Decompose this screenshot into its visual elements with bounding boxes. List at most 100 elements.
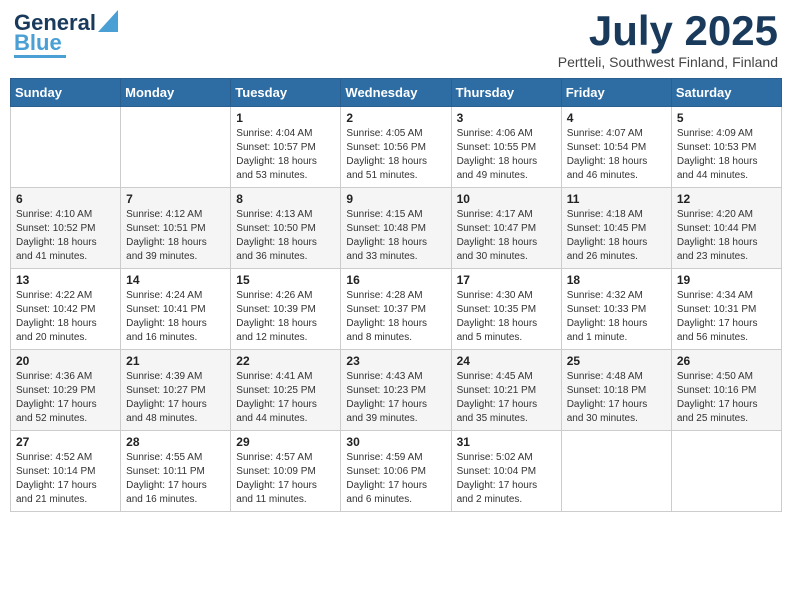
day-number: 19 xyxy=(677,273,776,287)
day-number: 11 xyxy=(567,192,666,206)
calendar-header-row: SundayMondayTuesdayWednesdayThursdayFrid… xyxy=(11,79,782,107)
calendar-week-4: 20 Sunrise: 4:36 AM Sunset: 10:29 PM Dayl… xyxy=(11,350,782,431)
day-info: Sunrise: 4:52 AM Sunset: 10:14 PM Daylig… xyxy=(16,451,115,507)
day-info: Sunrise: 4:41 AM Sunset: 10:25 PM Daylig… xyxy=(236,370,335,426)
day-info: Sunrise: 4:05 AM Sunset: 10:56 PM Daylig… xyxy=(346,127,445,183)
calendar-cell: 26 Sunrise: 4:50 AM Sunset: 10:16 PM Dayl… xyxy=(671,350,781,431)
day-number: 23 xyxy=(346,354,445,368)
month-title: July 2025 xyxy=(558,10,778,52)
page-header: General Blue July 2025 Pertteli, Southwe… xyxy=(10,10,782,70)
calendar-cell: 11 Sunrise: 4:18 AM Sunset: 10:45 PM Dayl… xyxy=(561,188,671,269)
calendar-cell: 8Sunrise: 4:13 AM Sunset: 10:50 PM Dayli… xyxy=(231,188,341,269)
calendar-cell xyxy=(561,431,671,512)
column-header-wednesday: Wednesday xyxy=(341,79,451,107)
calendar-cell: 9 Sunrise: 4:15 AM Sunset: 10:48 PM Dayli… xyxy=(341,188,451,269)
logo-line xyxy=(14,55,66,58)
day-info: Sunrise: 4:10 AM Sunset: 10:52 PM Daylig… xyxy=(16,208,115,264)
day-info: Sunrise: 4:04 AM Sunset: 10:57 PM Daylig… xyxy=(236,127,335,183)
day-number: 14 xyxy=(126,273,225,287)
calendar-cell: 30 Sunrise: 4:59 AM Sunset: 10:06 PM Dayl… xyxy=(341,431,451,512)
day-info: Sunrise: 4:43 AM Sunset: 10:23 PM Daylig… xyxy=(346,370,445,426)
day-info: Sunrise: 4:45 AM Sunset: 10:21 PM Daylig… xyxy=(457,370,556,426)
calendar-cell: 25Sunrise: 4:48 AM Sunset: 10:18 PM Dayl… xyxy=(561,350,671,431)
calendar-cell: 20 Sunrise: 4:36 AM Sunset: 10:29 PM Dayl… xyxy=(11,350,121,431)
day-number: 12 xyxy=(677,192,776,206)
day-number: 25 xyxy=(567,354,666,368)
day-number: 3 xyxy=(457,111,556,125)
day-number: 5 xyxy=(677,111,776,125)
column-header-monday: Monday xyxy=(121,79,231,107)
calendar-cell: 23 Sunrise: 4:43 AM Sunset: 10:23 PM Dayl… xyxy=(341,350,451,431)
column-header-friday: Friday xyxy=(561,79,671,107)
calendar-cell: 5 Sunrise: 4:09 AM Sunset: 10:53 PM Dayli… xyxy=(671,107,781,188)
calendar-cell: 21 Sunrise: 4:39 AM Sunset: 10:27 PM Dayl… xyxy=(121,350,231,431)
calendar-cell: 4 Sunrise: 4:07 AM Sunset: 10:54 PM Dayli… xyxy=(561,107,671,188)
location-subtitle: Pertteli, Southwest Finland, Finland xyxy=(558,54,778,70)
day-info: Sunrise: 4:28 AM Sunset: 10:37 PM Daylig… xyxy=(346,289,445,345)
day-info: Sunrise: 5:02 AM Sunset: 10:04 PM Daylig… xyxy=(457,451,556,507)
day-info: Sunrise: 4:15 AM Sunset: 10:48 PM Daylig… xyxy=(346,208,445,264)
calendar-cell: 31Sunrise: 5:02 AM Sunset: 10:04 PM Dayl… xyxy=(451,431,561,512)
day-info: Sunrise: 4:18 AM Sunset: 10:45 PM Daylig… xyxy=(567,208,666,264)
day-info: Sunrise: 4:07 AM Sunset: 10:54 PM Daylig… xyxy=(567,127,666,183)
day-number: 20 xyxy=(16,354,115,368)
day-number: 1 xyxy=(236,111,335,125)
calendar-cell: 18Sunrise: 4:32 AM Sunset: 10:33 PM Dayl… xyxy=(561,269,671,350)
day-info: Sunrise: 4:39 AM Sunset: 10:27 PM Daylig… xyxy=(126,370,225,426)
logo: General Blue xyxy=(14,10,118,58)
day-info: Sunrise: 4:26 AM Sunset: 10:39 PM Daylig… xyxy=(236,289,335,345)
day-number: 7 xyxy=(126,192,225,206)
day-number: 29 xyxy=(236,435,335,449)
calendar-week-2: 6Sunrise: 4:10 AM Sunset: 10:52 PM Dayli… xyxy=(11,188,782,269)
calendar-cell: 27Sunrise: 4:52 AM Sunset: 10:14 PM Dayl… xyxy=(11,431,121,512)
day-number: 18 xyxy=(567,273,666,287)
day-info: Sunrise: 4:30 AM Sunset: 10:35 PM Daylig… xyxy=(457,289,556,345)
calendar-week-1: 1 Sunrise: 4:04 AM Sunset: 10:57 PM Dayli… xyxy=(11,107,782,188)
day-number: 26 xyxy=(677,354,776,368)
day-number: 2 xyxy=(346,111,445,125)
day-number: 21 xyxy=(126,354,225,368)
calendar-cell: 1 Sunrise: 4:04 AM Sunset: 10:57 PM Dayli… xyxy=(231,107,341,188)
day-number: 28 xyxy=(126,435,225,449)
day-info: Sunrise: 4:09 AM Sunset: 10:53 PM Daylig… xyxy=(677,127,776,183)
calendar-cell: 3 Sunrise: 4:06 AM Sunset: 10:55 PM Dayli… xyxy=(451,107,561,188)
day-number: 4 xyxy=(567,111,666,125)
title-area: July 2025 Pertteli, Southwest Finland, F… xyxy=(558,10,778,70)
calendar-cell: 17 Sunrise: 4:30 AM Sunset: 10:35 PM Dayl… xyxy=(451,269,561,350)
day-number: 22 xyxy=(236,354,335,368)
calendar-cell xyxy=(121,107,231,188)
calendar-cell: 12Sunrise: 4:20 AM Sunset: 10:44 PM Dayl… xyxy=(671,188,781,269)
day-info: Sunrise: 4:59 AM Sunset: 10:06 PM Daylig… xyxy=(346,451,445,507)
calendar-cell xyxy=(11,107,121,188)
day-info: Sunrise: 4:12 AM Sunset: 10:51 PM Daylig… xyxy=(126,208,225,264)
day-info: Sunrise: 4:17 AM Sunset: 10:47 PM Daylig… xyxy=(457,208,556,264)
day-info: Sunrise: 4:24 AM Sunset: 10:41 PM Daylig… xyxy=(126,289,225,345)
day-number: 17 xyxy=(457,273,556,287)
calendar-cell: 2 Sunrise: 4:05 AM Sunset: 10:56 PM Dayli… xyxy=(341,107,451,188)
day-number: 30 xyxy=(346,435,445,449)
day-info: Sunrise: 4:22 AM Sunset: 10:42 PM Daylig… xyxy=(16,289,115,345)
day-info: Sunrise: 4:06 AM Sunset: 10:55 PM Daylig… xyxy=(457,127,556,183)
day-number: 9 xyxy=(346,192,445,206)
calendar-cell: 16 Sunrise: 4:28 AM Sunset: 10:37 PM Dayl… xyxy=(341,269,451,350)
day-info: Sunrise: 4:34 AM Sunset: 10:31 PM Daylig… xyxy=(677,289,776,345)
calendar-cell: 19 Sunrise: 4:34 AM Sunset: 10:31 PM Dayl… xyxy=(671,269,781,350)
calendar-cell: 15Sunrise: 4:26 AM Sunset: 10:39 PM Dayl… xyxy=(231,269,341,350)
calendar-cell: 24 Sunrise: 4:45 AM Sunset: 10:21 PM Dayl… xyxy=(451,350,561,431)
day-number: 8 xyxy=(236,192,335,206)
calendar-week-5: 27Sunrise: 4:52 AM Sunset: 10:14 PM Dayl… xyxy=(11,431,782,512)
calendar-cell: 13 Sunrise: 4:22 AM Sunset: 10:42 PM Dayl… xyxy=(11,269,121,350)
day-info: Sunrise: 4:36 AM Sunset: 10:29 PM Daylig… xyxy=(16,370,115,426)
calendar-cell: 6Sunrise: 4:10 AM Sunset: 10:52 PM Dayli… xyxy=(11,188,121,269)
day-number: 13 xyxy=(16,273,115,287)
calendar-week-3: 13 Sunrise: 4:22 AM Sunset: 10:42 PM Dayl… xyxy=(11,269,782,350)
column-header-saturday: Saturday xyxy=(671,79,781,107)
calendar-cell: 22 Sunrise: 4:41 AM Sunset: 10:25 PM Dayl… xyxy=(231,350,341,431)
calendar-table: SundayMondayTuesdayWednesdayThursdayFrid… xyxy=(10,78,782,512)
calendar-cell xyxy=(671,431,781,512)
day-info: Sunrise: 4:55 AM Sunset: 10:11 PM Daylig… xyxy=(126,451,225,507)
day-number: 10 xyxy=(457,192,556,206)
day-number: 16 xyxy=(346,273,445,287)
day-number: 24 xyxy=(457,354,556,368)
day-info: Sunrise: 4:50 AM Sunset: 10:16 PM Daylig… xyxy=(677,370,776,426)
